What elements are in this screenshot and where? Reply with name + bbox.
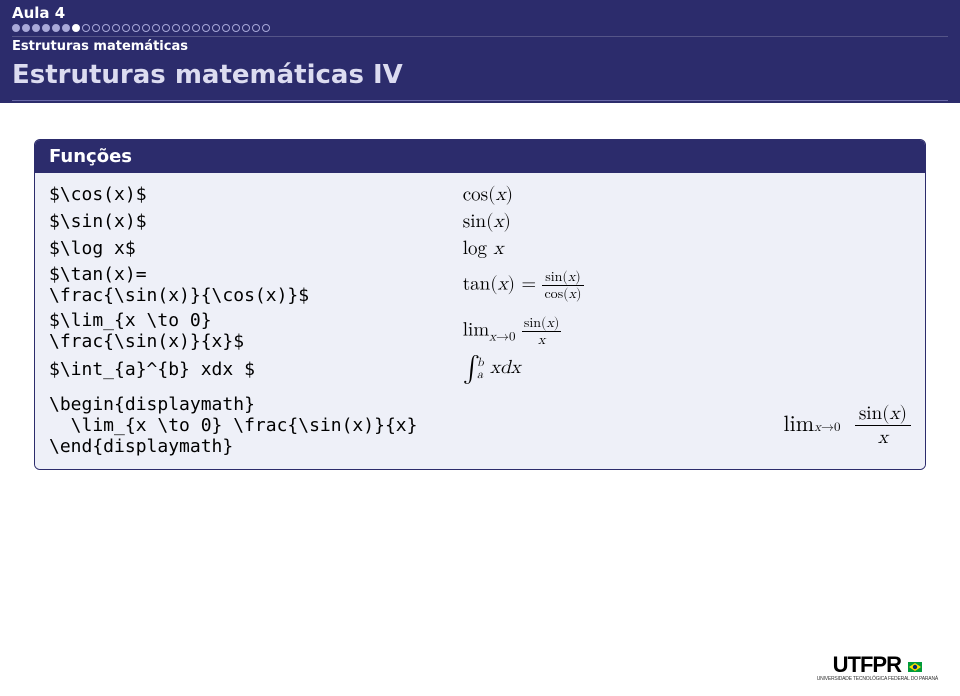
rendered-math: cos(x) <box>463 181 911 208</box>
table-row: $\tan(x)= \frac{\sin(x)}{\cos(x)}$ tan(x… <box>49 262 911 308</box>
progress-dot <box>232 24 240 32</box>
progress-dot <box>172 24 180 32</box>
progress-dot <box>192 24 200 32</box>
progress-dot <box>62 24 70 32</box>
rendered-math: tan(x) = sin(x)cos(x) <box>463 262 911 308</box>
progress-dot <box>72 24 80 32</box>
table-row: $\lim_{x \to 0} \frac{\sin(x)}{x}$ limx→… <box>49 308 911 354</box>
progress-dot <box>112 24 120 32</box>
latex-source: $\sin(x)$ <box>49 208 463 235</box>
table-row: $\log x$ log x <box>49 235 911 262</box>
progress-dot <box>262 24 270 32</box>
progress-dot <box>142 24 150 32</box>
slide-body: Funções $\cos(x)$ cos(x) $\sin(x)$ sin(x… <box>0 103 960 470</box>
progress-dot <box>102 24 110 32</box>
functions-block: Funções $\cos(x)$ cos(x) $\sin(x)$ sin(x… <box>34 139 926 470</box>
block-body: $\cos(x)$ cos(x) $\sin(x)$ sin(x) $\log … <box>35 173 925 469</box>
progress-dot <box>162 24 170 32</box>
progress-dot <box>152 24 160 32</box>
latex-source: $\cos(x)$ <box>49 181 463 208</box>
rendered-math: log x <box>463 235 911 262</box>
section-label: Estruturas matemáticas <box>12 39 948 54</box>
title-rule <box>12 100 948 101</box>
latex-source: $\int_{a}^{b} xdx $ <box>49 354 463 384</box>
progress-dot <box>132 24 140 32</box>
utfpr-logo: UTFPR UNIVERSIDADE TECNOLÓGICA FEDERAL D… <box>817 652 938 682</box>
rendered-math: limx→0 sin(x)x <box>463 308 911 354</box>
rendered-math-display: limx→0 sin(x)x <box>463 384 911 459</box>
progress-dot <box>252 24 260 32</box>
progress-dot <box>22 24 30 32</box>
progress-dot <box>82 24 90 32</box>
latex-source: $\tan(x)= \frac{\sin(x)}{\cos(x)}$ <box>49 262 463 308</box>
progress-dot <box>182 24 190 32</box>
progress-dot <box>212 24 220 32</box>
progress-dot <box>202 24 210 32</box>
table-row: $\cos(x)$ cos(x) <box>49 181 911 208</box>
progress-dot <box>52 24 60 32</box>
table-row: $\int_{a}^{b} xdx $ ∫ba xdx <box>49 354 911 384</box>
table-row: \begin{displaymath} \lim_{x \to 0} \frac… <box>49 384 911 459</box>
progress-dot <box>222 24 230 32</box>
latex-source: \begin{displaymath} \lim_{x \to 0} \frac… <box>49 384 463 459</box>
progress-dot <box>122 24 130 32</box>
rendered-math: sin(x) <box>463 208 911 235</box>
block-title: Funções <box>35 140 925 173</box>
progress-dot <box>32 24 40 32</box>
progress-dot <box>12 24 20 32</box>
progress-dot <box>42 24 50 32</box>
lecture-title: Aula 4 <box>12 4 948 22</box>
latex-source: $\lim_{x \to 0} \frac{\sin(x)}{x}$ <box>49 308 463 354</box>
progress-dot <box>92 24 100 32</box>
logo-text: UTFPR <box>817 652 938 678</box>
table-row: $\sin(x)$ sin(x) <box>49 208 911 235</box>
header-divider <box>12 36 948 37</box>
slide-title: Estruturas matemáticas IV <box>12 60 948 90</box>
progress-dot <box>242 24 250 32</box>
progress-dots <box>12 24 948 32</box>
brazil-flag-icon <box>908 652 922 678</box>
latex-source: $\log x$ <box>49 235 463 262</box>
rendered-math: ∫ba xdx <box>463 354 911 384</box>
slide-header: Aula 4 Estruturas matemáticas Estruturas… <box>0 0 960 103</box>
examples-table: $\cos(x)$ cos(x) $\sin(x)$ sin(x) $\log … <box>49 181 911 459</box>
logo-subtitle: UNIVERSIDADE TECNOLÓGICA FEDERAL DO PARA… <box>817 676 938 682</box>
